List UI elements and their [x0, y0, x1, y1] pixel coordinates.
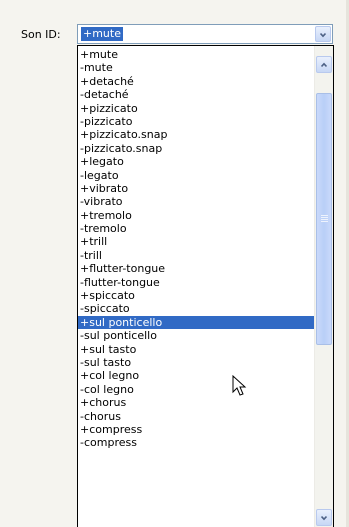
- son-id-combobox[interactable]: +mute: [77, 24, 333, 44]
- dropdown-option[interactable]: +sul tasto: [78, 343, 315, 356]
- dropdown-option[interactable]: -trill: [78, 249, 315, 262]
- dropdown-option[interactable]: +tremolo: [78, 209, 315, 222]
- dropdown-option[interactable]: +sul ponticello: [78, 315, 315, 330]
- dropdown-option[interactable]: +trill: [78, 235, 315, 248]
- dropdown-option[interactable]: +chorus: [78, 396, 315, 409]
- dropdown-option[interactable]: -tremolo: [78, 222, 315, 235]
- combo-dropdown-button[interactable]: [315, 26, 331, 42]
- mouse-pointer-icon: [232, 375, 247, 396]
- dropdown-option[interactable]: +legato: [78, 155, 315, 168]
- scroll-down-button[interactable]: [316, 509, 332, 526]
- dialog-panel: Son ID: +mute +mute -mute +detaché -detaché…: [0, 0, 349, 527]
- dropdown-option[interactable]: +col legno: [78, 369, 315, 382]
- son-id-label: Son ID:: [21, 28, 61, 41]
- dropdown-option[interactable]: -compress: [78, 436, 315, 449]
- dropdown-option[interactable]: -col legno: [78, 383, 315, 396]
- chevron-up-icon: [321, 62, 327, 68]
- son-id-value[interactable]: +mute: [81, 27, 123, 41]
- chevron-down-icon: [320, 32, 326, 38]
- dropdown-option[interactable]: -pizzicato: [78, 115, 315, 128]
- dropdown-option[interactable]: -vibrato: [78, 195, 315, 208]
- dropdown-option[interactable]: -flutter-tongue: [78, 276, 315, 289]
- scroll-thumb[interactable]: [316, 93, 332, 345]
- dropdown-option[interactable]: -pizzicato.snap: [78, 142, 315, 155]
- dropdown-option[interactable]: -spiccato: [78, 302, 315, 315]
- dropdown-option[interactable]: -legato: [78, 169, 315, 182]
- dropdown-option[interactable]: +pizzicato.snap: [78, 128, 315, 141]
- dropdown-option[interactable]: -mute: [78, 61, 315, 74]
- dropdown-option[interactable]: +flutter-tongue: [78, 262, 315, 275]
- dropdown-option[interactable]: +detaché: [78, 75, 315, 88]
- dropdown-option[interactable]: +vibrato: [78, 182, 315, 195]
- dropdown-option[interactable]: +pizzicato: [78, 102, 315, 115]
- dropdown-option[interactable]: +mute: [78, 48, 315, 61]
- scroll-up-button[interactable]: [316, 56, 332, 73]
- dropdown-option[interactable]: +compress: [78, 423, 315, 436]
- dropdown-items: +mute -mute +detaché -detaché +pizzicato -piz…: [78, 48, 315, 450]
- dropdown-option[interactable]: -sul tasto: [78, 356, 315, 369]
- dropdown-option[interactable]: +spiccato: [78, 289, 315, 302]
- scrollbar[interactable]: [314, 46, 333, 527]
- dropdown-option[interactable]: -chorus: [78, 410, 315, 423]
- chevron-down-icon: [321, 515, 327, 521]
- dropdown-list[interactable]: +mute -mute +detaché -detaché +pizzicato -piz…: [77, 45, 334, 527]
- dropdown-option[interactable]: -detaché: [78, 88, 315, 101]
- dropdown-option[interactable]: -sul ponticello: [78, 329, 315, 342]
